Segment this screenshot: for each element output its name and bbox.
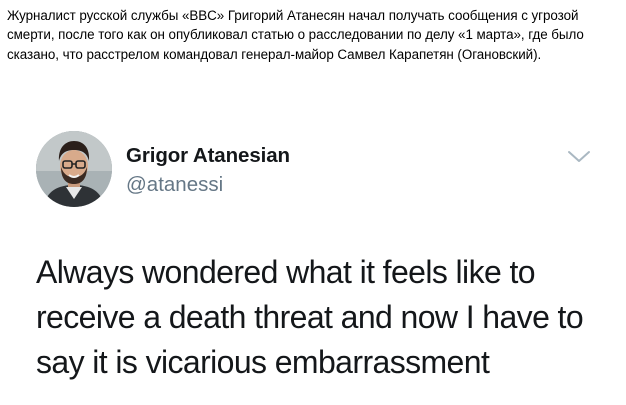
author-handle[interactable]: @atanessi <box>126 173 223 197</box>
avatar[interactable] <box>36 131 112 207</box>
tweet-header: Grigor Atanesian @atanessi <box>36 131 606 211</box>
tweet-line: Always wondered what it feels like to <box>36 254 536 290</box>
chevron-down-icon[interactable] <box>566 148 592 166</box>
avatar-image <box>36 131 112 207</box>
post-caption: Журналист русской службы «BBC» Григорий … <box>7 8 584 62</box>
tweet-text: Always wondered what it feels like to re… <box>36 250 616 385</box>
author-name[interactable]: Grigor Atanesian <box>126 144 290 168</box>
tweet-line: receive a death threat and now I have to <box>36 299 584 335</box>
tweet-line: say it is vicarious embarrassment <box>36 344 490 380</box>
